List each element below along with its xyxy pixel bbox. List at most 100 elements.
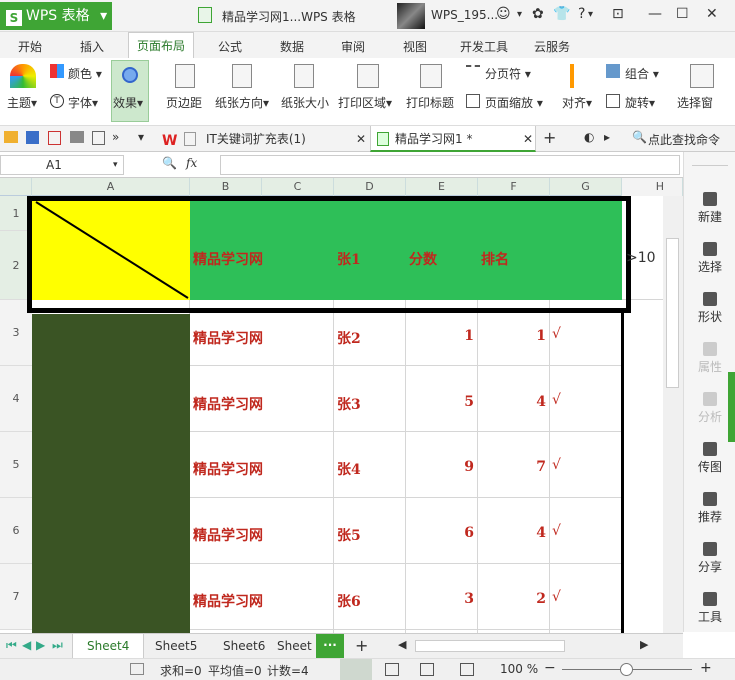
eye-protect-icon[interactable] [460,663,474,676]
spreadsheet-grid[interactable]: A B C D E F G H 1 2 3 4 5 6 7 精品学习网 张1 分… [0,178,683,633]
cell-rank[interactable]: 4 [478,394,546,410]
print-area-button[interactable]: 打印区域▾ [338,94,392,111]
row-header-4[interactable]: 4 [0,366,32,432]
cell-check[interactable]: √ [552,523,561,539]
header-threshold[interactable]: >10 [626,250,656,266]
normal-view-button[interactable] [340,659,372,680]
close-tab-icon[interactable]: ✕ [523,126,533,152]
cell-name[interactable]: 张2 [337,328,361,348]
export-pdf-icon[interactable] [48,131,61,145]
panel-share[interactable]: 分享 [684,542,735,575]
search-icon[interactable]: 🔍 [632,130,647,144]
macro-icon[interactable] [130,663,144,675]
chevron-down-icon[interactable]: ▾ [517,9,522,20]
header-rank[interactable]: 排名 [481,249,509,269]
cell-site[interactable]: 精品学习网 [193,328,263,348]
theme-button[interactable]: 主题▾ [7,94,37,111]
sheet-tab-sheet5[interactable]: Sheet5 [155,634,197,659]
font-button[interactable]: 字体▾ [68,94,98,111]
prev-sheet-icon[interactable]: ◀ [22,638,31,652]
cell-rank[interactable]: 4 [478,525,546,541]
more-icon[interactable]: » [112,130,119,144]
tab-view[interactable]: 视图 [403,38,427,55]
column-header-d[interactable]: D [334,178,406,196]
header-site[interactable]: 精品学习网 [193,249,263,269]
next-sheet-icon[interactable]: ▶ [36,638,45,652]
search-command-link[interactable]: 点此查找命令 [648,131,720,148]
cell-name[interactable]: 张3 [337,394,361,414]
scroll-right-icon[interactable]: ▶ [640,638,648,651]
save-icon[interactable] [26,131,39,144]
align-button[interactable]: 对齐▾ [562,94,592,111]
zoom-in-icon[interactable]: + [700,660,712,676]
document-menu-icon[interactable]: ◐ [584,130,594,144]
page-break-view-icon[interactable] [385,663,399,676]
column-header-h[interactable]: H [622,178,683,196]
chevron-down-icon[interactable]: ▾ [113,156,118,174]
user-badge-icon[interactable]: ☺ [496,6,511,22]
column-header-c[interactable]: C [262,178,334,196]
scroll-thumb[interactable] [666,238,679,388]
tab-review[interactable]: 审阅 [341,38,365,55]
tab-developer[interactable]: 开发工具 [460,38,508,55]
doc-tab[interactable]: W IT关键词扩充表(1) ✕ [158,126,368,152]
panel-tools[interactable]: 工具 [684,592,735,625]
cell-site[interactable]: 精品学习网 [193,591,263,611]
color-button[interactable]: 颜色 ▾ [68,65,102,82]
column-header-e[interactable]: E [406,178,478,196]
cell-score[interactable]: 6 [406,525,474,541]
row-header-6[interactable]: 6 [0,498,32,564]
zoom-slider-handle[interactable] [620,663,633,676]
more-sheets-icon[interactable]: ··· [316,634,344,658]
vertical-scrollbar[interactable] [663,196,683,633]
cell-rank[interactable]: 1 [478,328,546,344]
scroll-left-icon[interactable]: ◀ [398,638,406,651]
chevron-down-icon[interactable]: ▾ [138,130,144,144]
tab-cloud[interactable]: 云服务 [534,38,570,55]
panel-upload-image[interactable]: 传图 [684,442,735,475]
group-button[interactable]: 组合 ▾ [625,65,659,82]
avatar[interactable] [397,3,425,29]
cell-rank[interactable]: 7 [478,459,546,475]
cell-check[interactable]: √ [552,326,561,342]
column-header-f[interactable]: F [478,178,550,196]
sheet-tab-sheet[interactable]: Sheet [277,634,312,659]
settings-icon[interactable]: ✿ [532,6,544,22]
panel-new[interactable]: 新建 [684,192,735,225]
row-header-5[interactable]: 5 [0,432,32,498]
panel-collapse-tab[interactable] [728,372,735,442]
sheet-tab-sheet6[interactable]: Sheet6 [223,634,265,659]
cell-score[interactable]: 1 [406,328,474,344]
first-sheet-icon[interactable]: ⏮ [6,638,17,653]
effect-button[interactable]: 效果▾ [111,60,149,122]
column-header-a[interactable]: A [32,178,190,196]
close-button[interactable]: ✕ [706,6,718,22]
reading-view-icon[interactable] [420,663,434,676]
cell-score[interactable]: 9 [406,459,474,475]
cell-check[interactable]: √ [552,589,561,605]
page-break-button[interactable]: 分页符 ▾ [485,65,531,82]
cell-name[interactable]: 张5 [337,525,361,545]
panel-shape[interactable]: 形状 [684,292,735,325]
minimize-button[interactable]: — [648,6,662,22]
column-header-g[interactable]: G [550,178,622,196]
new-tab-icon[interactable]: + [543,128,556,147]
user-name[interactable]: WPS_195... [431,8,498,22]
cell-site[interactable]: 精品学习网 [193,394,263,414]
cell-site[interactable]: 精品学习网 [193,459,263,479]
tab-page-layout[interactable]: 页面布局 [128,32,195,58]
tab-data[interactable]: 数据 [280,38,304,55]
tab-start[interactable]: 开始 [18,38,42,55]
zoom-formula-icon[interactable]: 🔍 [162,156,177,170]
panel-recommend[interactable]: 推荐 [684,492,735,525]
chevron-down-icon[interactable]: ▾ [588,9,593,20]
print-titles-button[interactable]: 打印标题 [406,94,454,111]
fx-icon[interactable]: fx [186,156,197,170]
maximize-button[interactable]: ☐ [676,6,689,22]
cell-name[interactable]: 张6 [337,591,361,611]
horizontal-scroll-thumb[interactable] [415,640,565,652]
rotate-button[interactable]: 旋转▾ [625,94,655,111]
sheet-tab-sheet4[interactable]: Sheet4 [72,634,145,659]
cell-score[interactable]: 3 [406,591,474,607]
tab-formula[interactable]: 公式 [218,38,242,55]
